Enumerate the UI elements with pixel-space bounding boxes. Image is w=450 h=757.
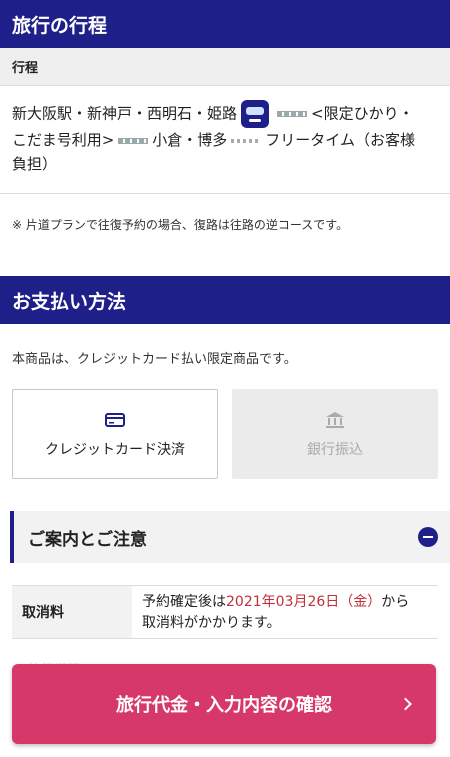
collapse-icon[interactable] <box>418 527 438 547</box>
bank-icon <box>326 412 344 428</box>
itinerary-subheader: 行程 <box>0 48 450 86</box>
fee-text-prefix: 予約確定後は <box>142 594 226 610</box>
fee-text-from: から <box>381 594 410 610</box>
fee-date: 2021年03月26日（金） <box>226 594 382 610</box>
credit-card-label: クレジットカード決済 <box>45 442 185 458</box>
chevron-right-icon <box>399 697 412 711</box>
dotted-line-icon <box>231 138 262 143</box>
itinerary-header: 旅行の行程 <box>0 0 450 48</box>
notice-header[interactable]: ご案内とご注意 <box>10 511 450 563</box>
credit-card-icon <box>105 413 125 427</box>
confirm-button[interactable]: 旅行代金・入力内容の確認 <box>12 664 436 744</box>
payment-header: お支払い方法 <box>0 276 450 324</box>
route-destination: 小倉・博多 <box>152 131 228 149</box>
itinerary-subtitle: 行程 <box>12 61 39 76</box>
rail-line-icon <box>277 111 308 117</box>
route-stations: 新大阪駅・新神戸・西明石・姫路 <box>12 104 238 123</box>
confirm-button-label: 旅行代金・入力内容の確認 <box>116 695 332 716</box>
fee-text-suffix: 取消料がかかります。 <box>142 615 281 631</box>
payment-title: お支払い方法 <box>12 290 127 313</box>
cancellation-fee-value: 予約確定後は2021年03月26日（金）から 取消料がかかります。 <box>132 586 438 638</box>
credit-card-option[interactable]: クレジットカード決済 <box>12 389 218 479</box>
itinerary-route: 新大阪駅・新神戸・西明石・姫路 <限定ひかり・ こだま号利用> 小倉・博多 フリータイ… <box>0 86 450 194</box>
route-train-type: <限定ひかり・ <box>311 104 414 123</box>
bank-transfer-label: 銀行振込 <box>307 442 363 458</box>
payment-options: クレジットカード決済 銀行振込 <box>0 389 450 479</box>
itinerary-note: ※ 片道プランで往復予約の場合、復路は往路の逆コースです。 <box>12 218 349 232</box>
cancellation-fee-label: 取消料 <box>12 586 132 638</box>
itinerary-title: 旅行の行程 <box>12 14 108 37</box>
bank-transfer-option: 銀行振込 <box>232 389 438 479</box>
train-icon <box>241 100 270 128</box>
route-free-time-cont: 負担） <box>12 155 58 173</box>
rail-line-icon <box>118 137 149 144</box>
route-train-type-cont: こだま号利用> <box>12 131 115 149</box>
cancellation-fee-row: 取消料 予約確定後は2021年03月26日（金）から 取消料がかかります。 <box>12 585 438 639</box>
notice-title: ご案内とご注意 <box>28 529 147 550</box>
payment-description: 本商品は、クレジットカード払い限定商品です。 <box>12 352 297 367</box>
route-free-time: フリータイム（お客様 <box>265 131 415 149</box>
